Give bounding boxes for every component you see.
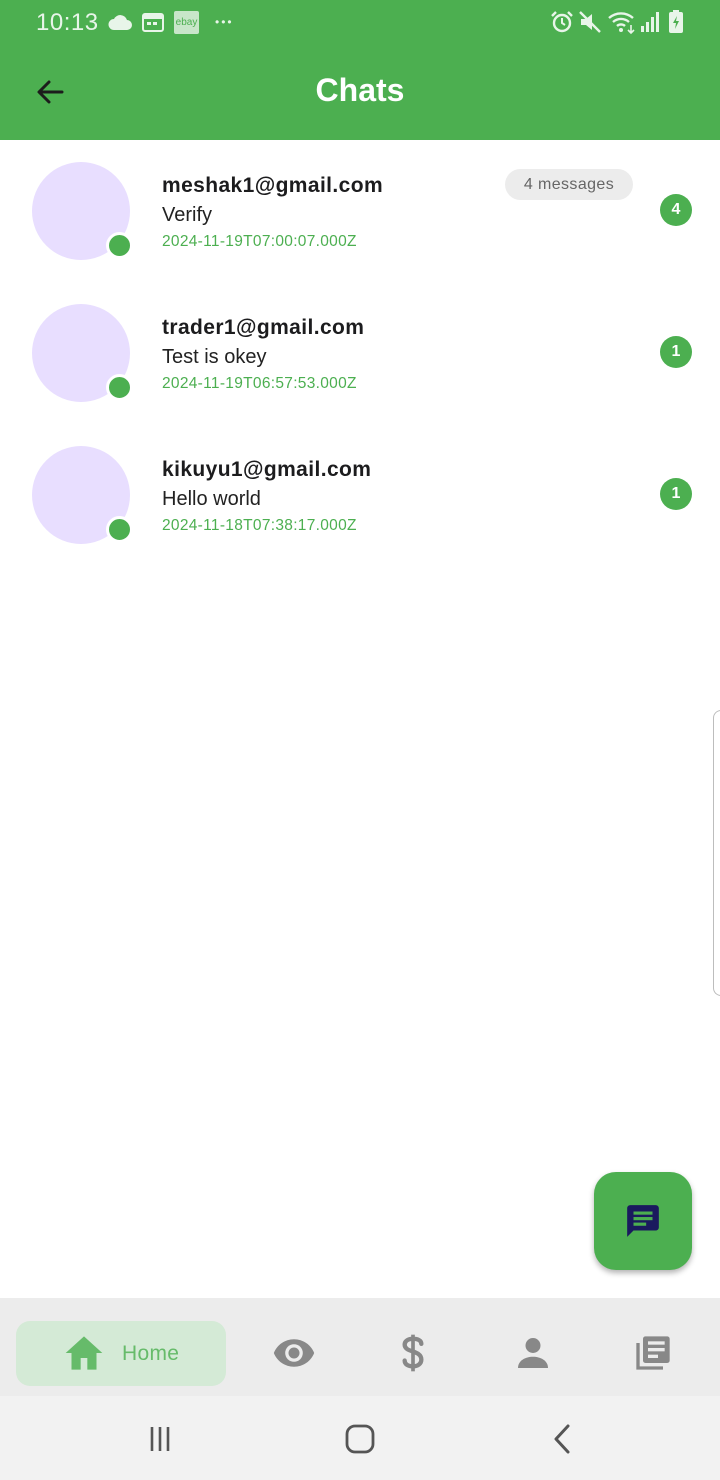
home-icon: [65, 1336, 103, 1370]
chat-last-message: Test is okey: [162, 346, 267, 368]
online-status-dot: [106, 516, 133, 543]
chat-timestamp: 2024-11-19T06:57:53.000Z: [162, 375, 357, 392]
bottom-navigation: Home: [0, 1298, 720, 1396]
calendar-icon: [141, 8, 165, 36]
wifi-icon: [607, 8, 637, 36]
mute-icon: [577, 8, 603, 36]
chat-list-item[interactable]: meshak1@gmail.com Verify 2024-11-19T07:0…: [0, 140, 720, 282]
more-notifications-icon: •••: [215, 15, 234, 29]
dollar-icon: [402, 1334, 424, 1372]
app-bar: Chats: [0, 44, 720, 140]
chat-last-message: Hello world: [162, 488, 261, 510]
online-status-dot: [106, 374, 133, 401]
chat-list-item[interactable]: trader1@gmail.com Test is okey 2024-11-1…: [0, 282, 720, 424]
chat-icon: [627, 1205, 659, 1237]
home-system-button[interactable]: [340, 1422, 380, 1456]
message-count-chip: 4 messages: [505, 169, 633, 200]
status-bar: 10:13 ebay •••: [0, 0, 720, 44]
system-navigation-bar: [0, 1396, 720, 1480]
chat-email: trader1@gmail.com: [162, 316, 365, 339]
recent-apps-button[interactable]: [140, 1422, 180, 1456]
recent-apps-icon: [150, 1427, 170, 1451]
chat-timestamp: 2024-11-18T07:38:17.000Z: [162, 517, 357, 534]
edge-panel-handle[interactable]: [713, 710, 720, 996]
signal-icon: [640, 8, 662, 36]
alarm-icon: [549, 8, 575, 36]
unread-badge: 1: [660, 478, 692, 510]
nav-watch-button[interactable]: [272, 1331, 316, 1375]
new-chat-fab[interactable]: [594, 1172, 692, 1270]
chat-last-message: Verify: [162, 204, 213, 226]
cloud-icon: [107, 8, 133, 36]
status-time: 10:13: [36, 9, 99, 36]
back-system-button[interactable]: [542, 1422, 582, 1456]
nav-home-label: Home: [122, 1342, 180, 1365]
eye-icon: [273, 1339, 315, 1367]
person-icon: [518, 1338, 548, 1368]
online-status-dot: [106, 232, 133, 259]
home-system-icon: [345, 1424, 375, 1454]
chat-list-item[interactable]: kikuyu1@gmail.com Hello world 2024-11-18…: [0, 424, 720, 566]
chat-timestamp: 2024-11-19T07:00:07.000Z: [162, 233, 357, 250]
unread-badge: 4: [660, 194, 692, 226]
nav-profile-button[interactable]: [511, 1331, 555, 1375]
page-title: Chats: [315, 72, 405, 108]
battery-charging-icon: [668, 8, 684, 36]
library-books-icon: [636, 1336, 670, 1370]
chat-list: meshak1@gmail.com Verify 2024-11-19T07:0…: [0, 140, 720, 566]
chat-email: meshak1@gmail.com: [162, 174, 384, 197]
back-chevron-icon: [554, 1424, 570, 1454]
unread-badge: 1: [660, 336, 692, 368]
ebay-icon: ebay: [174, 11, 199, 34]
chat-email: kikuyu1@gmail.com: [162, 458, 372, 481]
nav-home-button[interactable]: Home: [16, 1321, 226, 1386]
nav-payments-button[interactable]: [391, 1331, 435, 1375]
nav-library-button[interactable]: [631, 1331, 675, 1375]
